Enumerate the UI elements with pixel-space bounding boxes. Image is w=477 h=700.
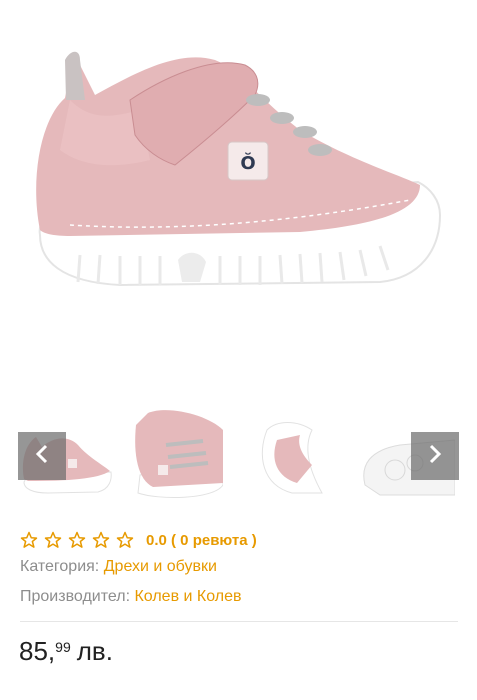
- star-icon: [44, 531, 62, 549]
- star-icon: [92, 531, 110, 549]
- chevron-left-icon: [35, 444, 49, 468]
- product-price: 85, 99 лв.: [19, 636, 113, 667]
- manufacturer-label: Производител:: [20, 588, 131, 605]
- manufacturer-link[interactable]: Колев и Колев: [134, 588, 241, 605]
- gallery-prev-button[interactable]: [18, 432, 66, 480]
- star-icon: [116, 531, 134, 549]
- rating-text[interactable]: 0.0 ( 0 ревюта ): [146, 532, 257, 549]
- rating-row[interactable]: 0.0 ( 0 ревюта ): [20, 529, 257, 551]
- thumbnail-sole-flex[interactable]: [252, 405, 347, 500]
- price-currency: лв.: [76, 636, 113, 666]
- category-label: Категория:: [20, 558, 100, 575]
- category-link[interactable]: Дрехи и обувки: [104, 558, 217, 575]
- gallery-next-button[interactable]: [411, 432, 459, 480]
- divider: [20, 621, 458, 622]
- star-icon: [20, 531, 38, 549]
- star-icon: [68, 531, 86, 549]
- price-whole: 85,: [19, 636, 56, 666]
- thumbnail-strip: [0, 405, 477, 505]
- manufacturer-row: Производител: Колев и Колев: [20, 588, 242, 606]
- svg-text:Ŏ: Ŏ: [240, 152, 255, 174]
- thumbnail-front[interactable]: [128, 405, 223, 500]
- chevron-right-icon: [428, 444, 442, 468]
- category-row: Категория: Дрехи и обувки: [20, 558, 217, 576]
- product-main-image[interactable]: Ŏ: [0, 0, 477, 400]
- price-cents: 99: [55, 639, 71, 655]
